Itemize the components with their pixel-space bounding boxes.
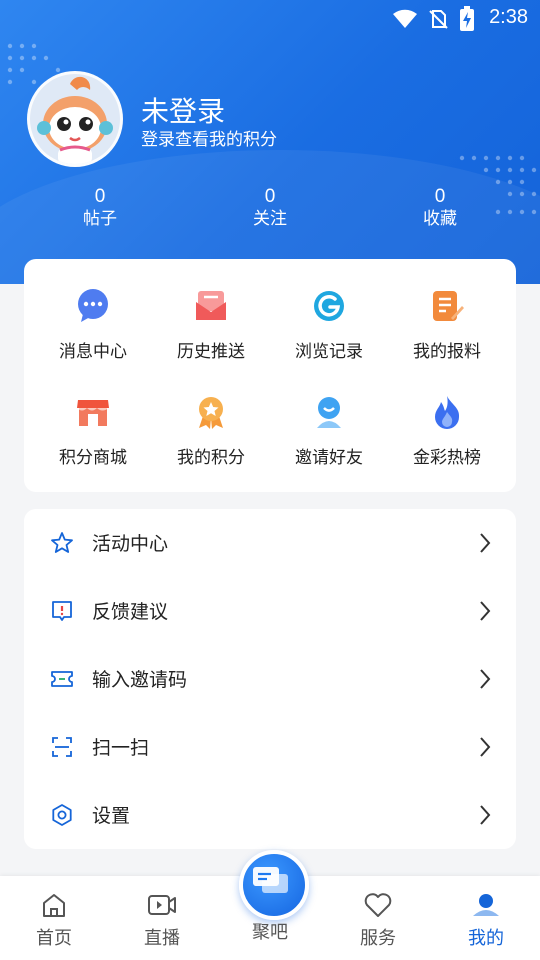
stat-following[interactable]: 0 关注 — [210, 186, 330, 230]
grid-item-label: 金彩热榜 — [413, 448, 481, 468]
status-time: 2:38 — [489, 6, 528, 28]
battery-charging-icon — [460, 6, 474, 31]
tab-label: 直播 — [144, 928, 180, 949]
profile-header: 2:38 未登录 登录查看我的积分 0 帖子 0 关注 0 收藏 — [0, 0, 540, 284]
grid-item-invite-friends[interactable]: 邀请好友 — [270, 394, 388, 468]
report-note-icon — [433, 291, 464, 321]
ticket-icon — [51, 671, 73, 687]
stat-value: 0 — [94, 186, 106, 207]
tab-label[interactable]: 聚吧 — [230, 918, 310, 944]
wifi-icon — [393, 9, 417, 29]
grid-item-label: 我的积分 — [177, 448, 245, 468]
grid-item-label: 邀请好友 — [295, 448, 363, 468]
chevron-right-icon — [480, 669, 491, 689]
tab-label: 我的 — [468, 928, 504, 949]
quick-actions-card: 消息中心 历史推送 浏览记录 我的报料 积分商城 我的积分 邀请好友 金彩热榜 — [24, 259, 516, 492]
tab-live[interactable]: 直播 — [122, 892, 202, 950]
menu-item-settings[interactable]: 设置 — [24, 781, 516, 849]
no-sim-icon — [429, 10, 448, 29]
feedback-icon — [52, 601, 72, 621]
grid-item-label: 浏览记录 — [295, 342, 363, 362]
grid-item-label: 消息中心 — [59, 342, 127, 362]
home-icon — [43, 894, 65, 917]
grid-item-my-report[interactable]: 我的报料 — [388, 288, 506, 362]
status-bar: 2:38 — [0, 0, 540, 38]
menu-item-feedback[interactable]: 反馈建议 — [24, 577, 516, 645]
message-bubble-icon — [78, 289, 108, 322]
stat-label: 关注 — [253, 209, 287, 229]
menu-item-label: 输入邀请码 — [92, 669, 188, 691]
chevron-right-icon — [480, 737, 491, 757]
grid-item-history-push[interactable]: 历史推送 — [152, 288, 270, 362]
stat-value: 0 — [264, 186, 276, 207]
live-video-icon — [148, 895, 176, 915]
avatar[interactable] — [27, 71, 123, 167]
menu-item-label: 扫一扫 — [92, 737, 150, 759]
stat-label: 帖子 — [83, 209, 117, 229]
star-icon — [51, 532, 73, 553]
heart-icon — [364, 893, 392, 917]
flame-icon — [435, 396, 460, 429]
grid-item-label: 积分商城 — [59, 448, 127, 468]
chevron-right-icon — [480, 805, 491, 825]
mail-push-icon — [196, 291, 226, 320]
store-icon — [77, 400, 109, 426]
chevron-right-icon — [480, 533, 491, 553]
medal-icon — [199, 397, 223, 429]
menu-item-label: 反馈建议 — [92, 601, 169, 623]
menu-list-card: 活动中心 反馈建议 输入邀请码 扫一扫 设置 — [24, 509, 516, 849]
stat-label: 收藏 — [423, 209, 457, 229]
grid-item-browse-history[interactable]: 浏览记录 — [270, 288, 388, 362]
stat-posts[interactable]: 0 帖子 — [40, 186, 160, 230]
user-profile-icon — [473, 894, 499, 916]
stat-favorites[interactable]: 0 收藏 — [380, 186, 500, 230]
mascot-avatar-icon — [37, 76, 113, 164]
menu-item-scan[interactable]: 扫一扫 — [24, 713, 516, 781]
grid-item-label: 历史推送 — [177, 342, 245, 362]
grid-item-points-store[interactable]: 积分商城 — [34, 394, 152, 468]
grid-item-my-points[interactable]: 我的积分 — [152, 394, 270, 468]
tab-mine[interactable]: 我的 — [446, 892, 526, 950]
tab-home[interactable]: 首页 — [14, 892, 94, 950]
tab-services[interactable]: 服务 — [338, 892, 418, 950]
grid-item-hot-list[interactable]: 金彩热榜 — [388, 394, 506, 468]
tab-label: 首页 — [36, 928, 72, 949]
chat-bubbles-icon — [253, 867, 288, 893]
stat-value: 0 — [434, 186, 446, 207]
menu-item-activity-center[interactable]: 活动中心 — [24, 509, 516, 577]
menu-item-invite-code[interactable]: 输入邀请码 — [24, 645, 516, 713]
user-name[interactable]: 未登录 — [141, 90, 225, 130]
login-prompt[interactable]: 登录查看我的积分 — [141, 125, 277, 150]
scan-icon — [52, 737, 72, 757]
grid-item-label: 我的报料 — [413, 342, 481, 362]
settings-gear-icon — [52, 804, 72, 826]
menu-item-label: 设置 — [92, 805, 131, 827]
browse-history-icon — [314, 291, 344, 321]
chevron-right-icon — [480, 601, 491, 621]
tab-community-button[interactable] — [239, 850, 309, 920]
menu-item-label: 活动中心 — [92, 533, 169, 555]
invite-friend-icon — [317, 397, 341, 428]
grid-item-messages[interactable]: 消息中心 — [34, 288, 152, 362]
tab-label: 服务 — [360, 928, 396, 949]
